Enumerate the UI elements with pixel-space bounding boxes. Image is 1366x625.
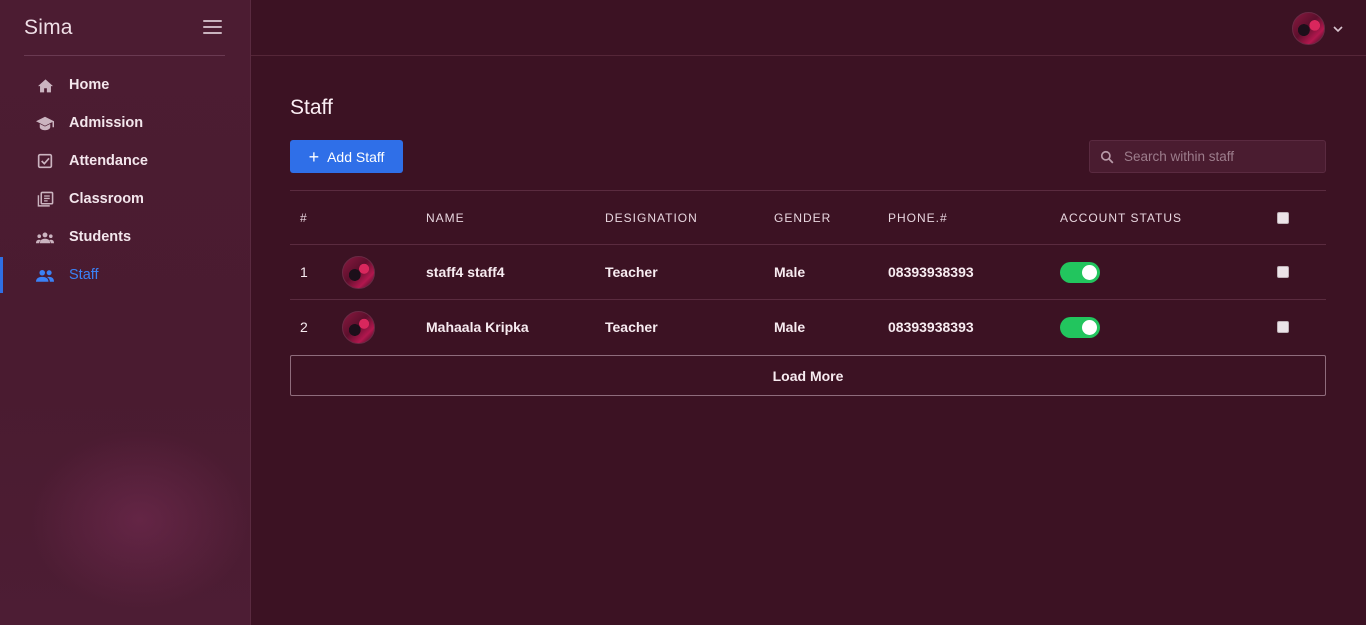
plus-icon: +	[308, 146, 320, 167]
avatar[interactable]	[1292, 12, 1325, 45]
page-title: Staff	[290, 96, 333, 119]
library-books-icon	[36, 190, 54, 208]
column-header-number: #	[300, 210, 308, 225]
table-row[interactable]: 1 staff4 staff4 Teacher Male 08393938393	[290, 244, 1326, 299]
group-icon	[36, 228, 54, 246]
table-header-row: # NAME DESIGNATION GENDER PHONE.# ACCOUN…	[290, 190, 1326, 244]
column-header-gender: GENDER	[774, 210, 832, 225]
sidebar-item-home[interactable]: Home	[0, 66, 250, 104]
row-number: 1	[300, 264, 308, 280]
staff-gender: Male	[774, 264, 806, 280]
sidebar-item-label: Classroom	[69, 191, 144, 207]
sidebar-item-label: Students	[69, 229, 132, 245]
sidebar-item-label: Home	[69, 77, 110, 93]
avatar	[342, 255, 375, 289]
row-checkbox[interactable]	[1277, 266, 1289, 278]
row-select-cell	[1277, 300, 1289, 354]
staff-phone: 08393938393	[888, 264, 974, 280]
table-row[interactable]: 2 Mahaala Kripka Teacher Male 0839393839…	[290, 299, 1326, 354]
sidebar-item-attendance[interactable]: Attendance	[0, 142, 250, 180]
account-status-toggle[interactable]	[1060, 316, 1100, 338]
search-input[interactable]	[1124, 149, 1314, 164]
select-all-checkbox[interactable]	[1277, 211, 1289, 224]
checkbox-icon	[36, 152, 54, 170]
home-icon	[36, 76, 54, 94]
chevron-down-icon	[1333, 25, 1343, 32]
account-status-toggle[interactable]	[1060, 261, 1100, 283]
sidebar-item-staff[interactable]: Staff	[0, 256, 250, 294]
column-header-name: NAME	[426, 210, 465, 225]
avatar	[342, 310, 375, 344]
row-select-cell	[1277, 245, 1289, 299]
avatar-cell	[342, 300, 375, 354]
brand-row: Sima	[24, 0, 225, 56]
search-box	[1089, 140, 1326, 173]
select-all-cell	[1277, 191, 1289, 244]
staff-phone: 08393938393	[888, 319, 974, 335]
user-menu[interactable]	[1292, 12, 1344, 45]
add-staff-label: Add Staff	[327, 148, 385, 165]
staff-gender: Male	[774, 319, 806, 335]
status-cell	[1060, 300, 1100, 354]
status-cell	[1060, 245, 1100, 299]
staff-name[interactable]: Mahaala Kripka	[426, 300, 529, 354]
top-bar	[251, 0, 1366, 56]
column-header-account-status: ACCOUNT STATUS	[1060, 210, 1183, 225]
people-icon	[36, 266, 54, 284]
sidebar-item-label: Admission	[69, 115, 144, 131]
load-more-button[interactable]: Load More	[290, 355, 1326, 396]
sidebar-item-students[interactable]: Students	[0, 218, 250, 256]
staff-designation: Teacher	[605, 319, 658, 335]
avatar-cell	[342, 245, 375, 299]
staff-designation: Teacher	[605, 264, 658, 280]
column-header-phone: PHONE.#	[888, 210, 948, 225]
staff-table: # NAME DESIGNATION GENDER PHONE.# ACCOUN…	[290, 190, 1326, 354]
row-number: 2	[300, 319, 308, 335]
sidebar-item-admission[interactable]: Admission	[0, 104, 250, 142]
sidebar-nav: Home Admission Attendance Classroom Stud…	[0, 66, 250, 294]
staff-name[interactable]: staff4 staff4	[426, 245, 505, 299]
graduation-cap-icon	[36, 114, 54, 132]
sidebar-item-label: Attendance	[69, 153, 148, 169]
hamburger-menu-icon[interactable]	[203, 19, 223, 35]
sidebar-item-label: Staff	[69, 267, 99, 283]
sidebar-item-classroom[interactable]: Classroom	[0, 180, 250, 218]
search-icon	[1100, 150, 1114, 163]
add-staff-button[interactable]: + Add Staff	[290, 140, 403, 173]
sidebar: Sima Home Admission Attendance Classroom…	[0, 0, 251, 625]
row-checkbox[interactable]	[1277, 321, 1289, 333]
column-header-designation: DESIGNATION	[605, 210, 698, 225]
app-brand[interactable]: Sima	[24, 16, 73, 40]
